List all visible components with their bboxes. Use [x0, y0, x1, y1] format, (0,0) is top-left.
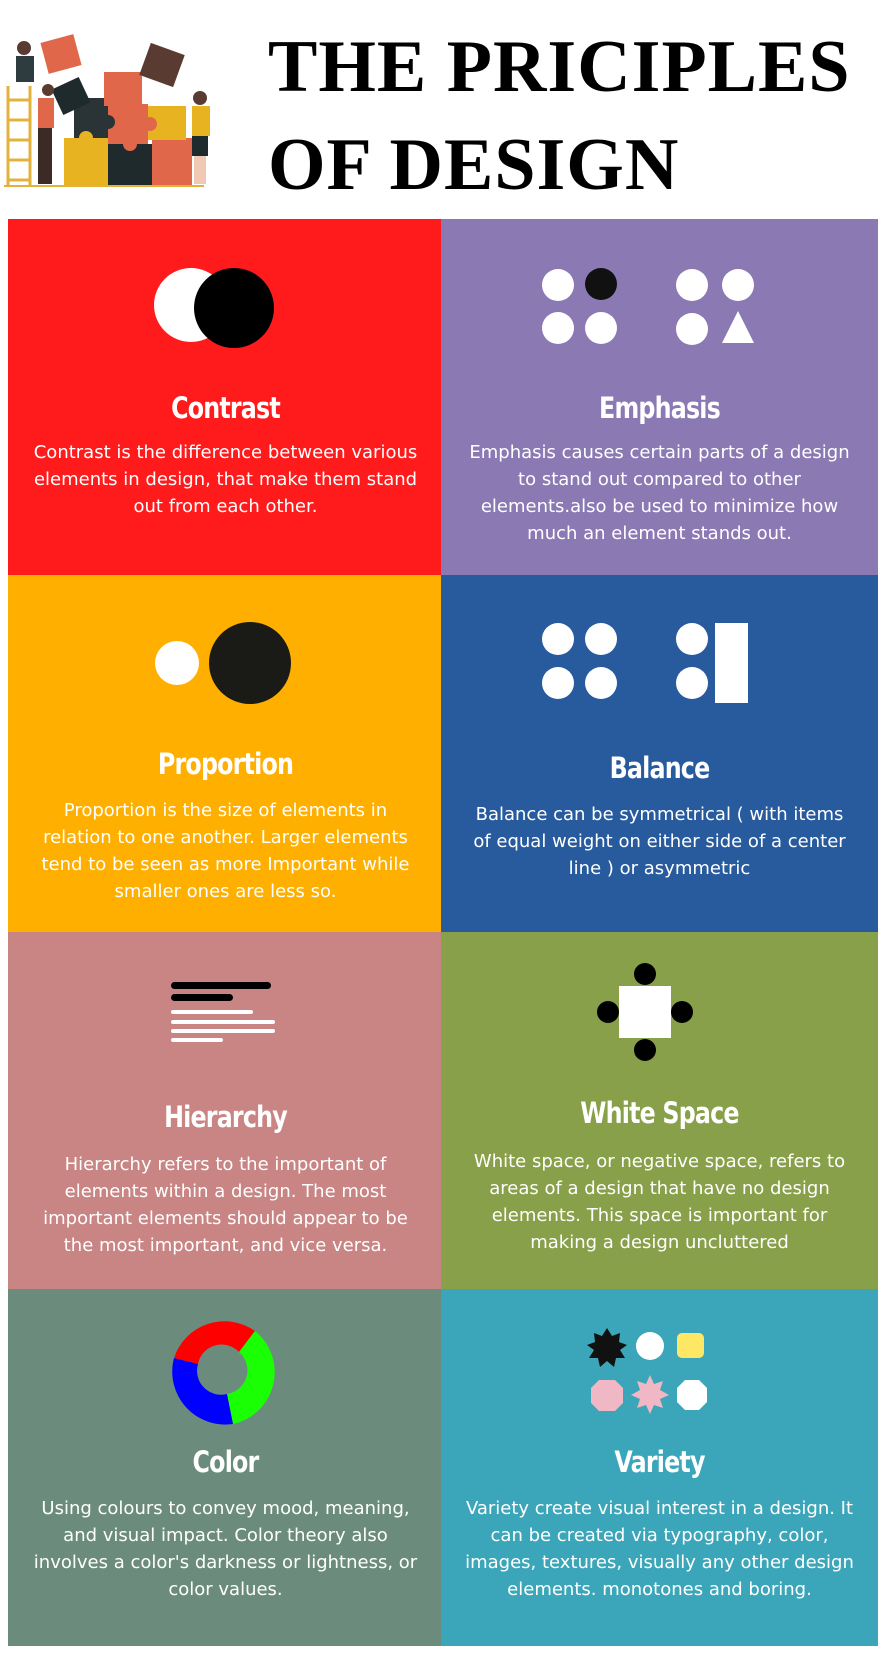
- principle-description: Balance can be symmetrical ( with items …: [473, 804, 846, 879]
- principle-heading: Color: [192, 1445, 260, 1479]
- header: THE PRICIPLES OF DESIGN: [0, 0, 892, 215]
- principles-grid: Contrast Contrast is the difference betw…: [8, 219, 878, 1647]
- principle-heading: Proportion: [157, 747, 294, 781]
- principle-card-white-space: White Space White space, or negative spa…: [441, 932, 878, 1289]
- principle-description: Variety create visual interest in a desi…: [465, 1498, 854, 1600]
- principle-description: Proportion is the size of elements in re…: [41, 800, 410, 902]
- principle-description: Using colours to convey mood, meaning, a…: [33, 1498, 418, 1600]
- proportion-circles-icon: [155, 622, 291, 704]
- title-line-2: OF DESIGN: [268, 124, 680, 206]
- variety-shapes-icon: [587, 1328, 707, 1414]
- principle-card-balance: Balance Balance can be symmetrical ( wit…: [441, 575, 878, 932]
- principle-card-hierarchy: Hierarchy Hierarchy refers to the import…: [8, 932, 443, 1289]
- principle-description: White space, or negative space, refers t…: [473, 1151, 846, 1253]
- principle-description: Contrast is the difference between vario…: [33, 442, 418, 517]
- principle-heading: White Space: [580, 1096, 739, 1130]
- principle-description: Hierarchy refers to the important of ele…: [43, 1154, 408, 1256]
- principle-card-proportion: Proportion Proportion is the size of ele…: [8, 575, 443, 932]
- principle-description: Emphasis causes certain parts of a desig…: [469, 442, 850, 544]
- color-wheel-icon: [172, 1321, 275, 1425]
- emphasis-dots-icon: [542, 268, 754, 345]
- hierarchy-lines-icon: [171, 982, 275, 1042]
- title-line-1: THE PRICIPLES: [268, 26, 851, 108]
- principle-card-variety: Variety Variety create visual interest i…: [441, 1289, 878, 1646]
- principle-heading: Hierarchy: [164, 1100, 288, 1134]
- principle-card-emphasis: Emphasis Emphasis causes certain parts o…: [441, 219, 878, 576]
- puzzle-team-illustration: [4, 34, 210, 187]
- principle-card-contrast: Contrast Contrast is the difference betw…: [8, 219, 443, 576]
- page-title: THE PRICIPLES OF DESIGN: [268, 18, 868, 214]
- white-space-square-icon: [597, 963, 693, 1061]
- principle-heading: Contrast: [171, 391, 281, 425]
- principle-heading: Variety: [614, 1445, 705, 1479]
- principle-heading: Emphasis: [599, 391, 721, 425]
- principle-heading: Balance: [609, 751, 711, 785]
- principle-card-color: Color Using colours to convey mood, mean…: [8, 1289, 443, 1646]
- contrast-circles-icon: [154, 268, 274, 348]
- balance-shapes-icon: [542, 623, 748, 703]
